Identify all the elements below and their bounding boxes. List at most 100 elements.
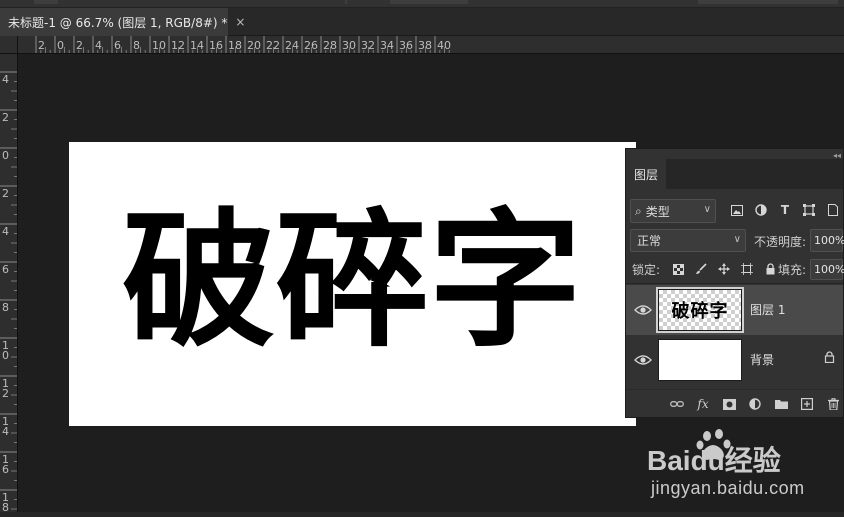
fill-label: 填充: <box>778 263 807 277</box>
layer-thumbnail <box>658 339 742 381</box>
layers-panel-footer: fx <box>626 389 843 417</box>
horizontal-ruler-ticks: 2 0 2 4 6 8 10 12 14 16 18 20 22 24 26 28 30 32 34 36 38 40 <box>35 36 451 53</box>
ruler-label: 14 <box>190 39 204 52</box>
ruler-label: 28 <box>323 39 337 52</box>
ruler-label: 2 <box>2 111 9 124</box>
vertical-ruler[interactable]: 42024681012141618 <box>0 54 18 517</box>
options-bar-control[interactable] <box>34 0 58 4</box>
ruler-label: 2 <box>38 39 45 52</box>
lock-position-icon[interactable] <box>716 260 732 278</box>
tab-layers[interactable]: 图层 <box>626 159 666 189</box>
lock-fill-row: 锁定: 填充: 100% <box>626 259 844 280</box>
layer-lock-icon[interactable] <box>824 351 835 366</box>
delete-layer-icon[interactable] <box>825 396 841 412</box>
new-layer-icon[interactable] <box>799 396 815 412</box>
ruler-label: 6 <box>2 263 9 276</box>
ruler-label: 26 <box>304 39 318 52</box>
artboard-lock-icon[interactable] <box>739 260 755 278</box>
adjustment-layer-icon[interactable] <box>747 396 763 412</box>
ruler-label: 0 <box>2 349 9 362</box>
layer-thumbnail-text: 破碎字 <box>671 301 729 322</box>
layer-row-layer-1[interactable]: 破碎字 图层 1 <box>626 285 843 335</box>
type-filter-icon[interactable]: T <box>778 201 792 219</box>
ruler-label: 22 <box>266 39 280 52</box>
ruler-label: 30 <box>342 39 356 52</box>
options-bar-control[interactable] <box>390 0 468 4</box>
layer-name[interactable]: 图层 1 <box>750 301 785 318</box>
options-bar-strip <box>0 0 844 8</box>
document-tab-bar: 未标题-1 @ 66.7% (图层 1, RGB/8#) * × <box>0 8 844 36</box>
chevron-down-icon: ∨ <box>733 234 741 245</box>
ruler-label: 2 <box>2 187 9 200</box>
document-tab[interactable]: 未标题-1 @ 66.7% (图层 1, RGB/8#) * × <box>0 8 245 36</box>
ruler-label: 24 <box>285 39 299 52</box>
document-canvas[interactable]: 破碎字 <box>69 142 636 426</box>
ruler-label: 40 <box>437 39 451 52</box>
ruler-label: 2 <box>76 39 83 52</box>
ruler-label: 38 <box>418 39 432 52</box>
layer-filter-label: 类型 <box>645 204 670 219</box>
add-mask-icon[interactable] <box>721 396 737 412</box>
divider <box>626 283 843 284</box>
blend-mode-value: 正常 <box>637 234 662 248</box>
horizontal-ruler[interactable]: 2 0 2 4 6 8 10 12 14 16 18 20 22 24 26 28 30 32 34 36 38 40 <box>18 36 844 54</box>
lock-image-pixels-icon[interactable] <box>693 260 709 278</box>
ruler-label: 4 <box>2 425 9 438</box>
ruler-label: 6 <box>114 39 121 52</box>
fill-field[interactable]: 100% <box>810 259 844 280</box>
image-filter-icon[interactable] <box>730 201 744 219</box>
watermark-url: jingyan.baidu.com <box>651 478 805 498</box>
vertical-ruler-ticks: 42024681012141618 <box>0 71 17 514</box>
ruler-label: 8 <box>133 39 140 52</box>
artwork: 破碎字 <box>122 195 582 367</box>
lock-all-icon[interactable] <box>762 260 778 278</box>
baidu-logo: Baidu经验 <box>647 429 781 476</box>
options-bar-divider <box>345 0 347 4</box>
layer-filter-select[interactable]: ⌕ 类型 ∨ <box>630 199 716 223</box>
ruler-label: 36 <box>399 39 413 52</box>
adjustment-filter-icon[interactable] <box>754 201 768 219</box>
ruler-label: 34 <box>380 39 394 52</box>
new-group-folder-icon[interactable] <box>773 396 789 412</box>
ruler-label: 4 <box>2 73 9 86</box>
layer-name[interactable]: 背景 <box>750 351 774 368</box>
ruler-label: 0 <box>57 39 64 52</box>
ruler-label: 16 <box>209 39 223 52</box>
chevron-down-icon: ∨ <box>703 204 711 215</box>
status-strip <box>0 512 844 517</box>
artwork-text: 破碎字 <box>122 195 582 367</box>
baidu-jingyan-watermark: Baidu经验 jingyan.baidu.com <box>645 428 835 508</box>
visibility-eye-icon[interactable] <box>634 352 652 366</box>
ruler-label: 32 <box>361 39 375 52</box>
layer-thumbnail: 破碎字 <box>656 287 744 333</box>
layers-panel: ◂◂ 图层 ⌕ 类型 ∨ T 正常 ∨ 不透明度: 100% 锁定: 填充: 1… <box>625 148 844 418</box>
lock-transparent-pixels-icon[interactable] <box>670 260 686 278</box>
shape-filter-icon[interactable] <box>802 201 816 219</box>
layer-filter-row: ⌕ 类型 ∨ T <box>626 199 843 223</box>
ruler-label: 20 <box>247 39 261 52</box>
ruler-label: 12 <box>171 39 185 52</box>
ruler-label: 4 <box>2 225 9 238</box>
ruler-corner[interactable] <box>0 36 18 54</box>
ruler-label: 2 <box>2 387 9 400</box>
ruler-label: 10 <box>152 39 166 52</box>
ruler-label: 4 <box>95 39 102 52</box>
smart-object-filter-icon[interactable] <box>826 201 840 219</box>
panel-tab-bar: 图层 <box>626 159 843 189</box>
layer-row-background[interactable]: 背景 <box>626 335 843 385</box>
blend-opacity-row: 正常 ∨ 不透明度: 100% <box>626 229 844 253</box>
ruler-label: 18 <box>228 39 242 52</box>
ruler-label: 0 <box>2 149 9 162</box>
options-bar-control[interactable] <box>698 0 838 4</box>
layer-style-fx-icon[interactable]: fx <box>695 396 711 412</box>
opacity-field[interactable]: 100% <box>810 229 844 252</box>
watermark-brand: Baidu经验 <box>647 444 781 476</box>
blend-mode-select[interactable]: 正常 ∨ <box>630 229 746 252</box>
lock-label: 锁定: <box>632 263 661 277</box>
document-tab-title: 未标题-1 @ 66.7% (图层 1, RGB/8#) * <box>8 15 228 30</box>
search-icon: ⌕ <box>635 203 642 218</box>
visibility-eye-icon[interactable] <box>634 302 652 316</box>
opacity-label: 不透明度: <box>754 235 807 249</box>
link-layers-icon[interactable] <box>669 396 685 412</box>
close-tab-icon[interactable]: × <box>235 15 245 29</box>
